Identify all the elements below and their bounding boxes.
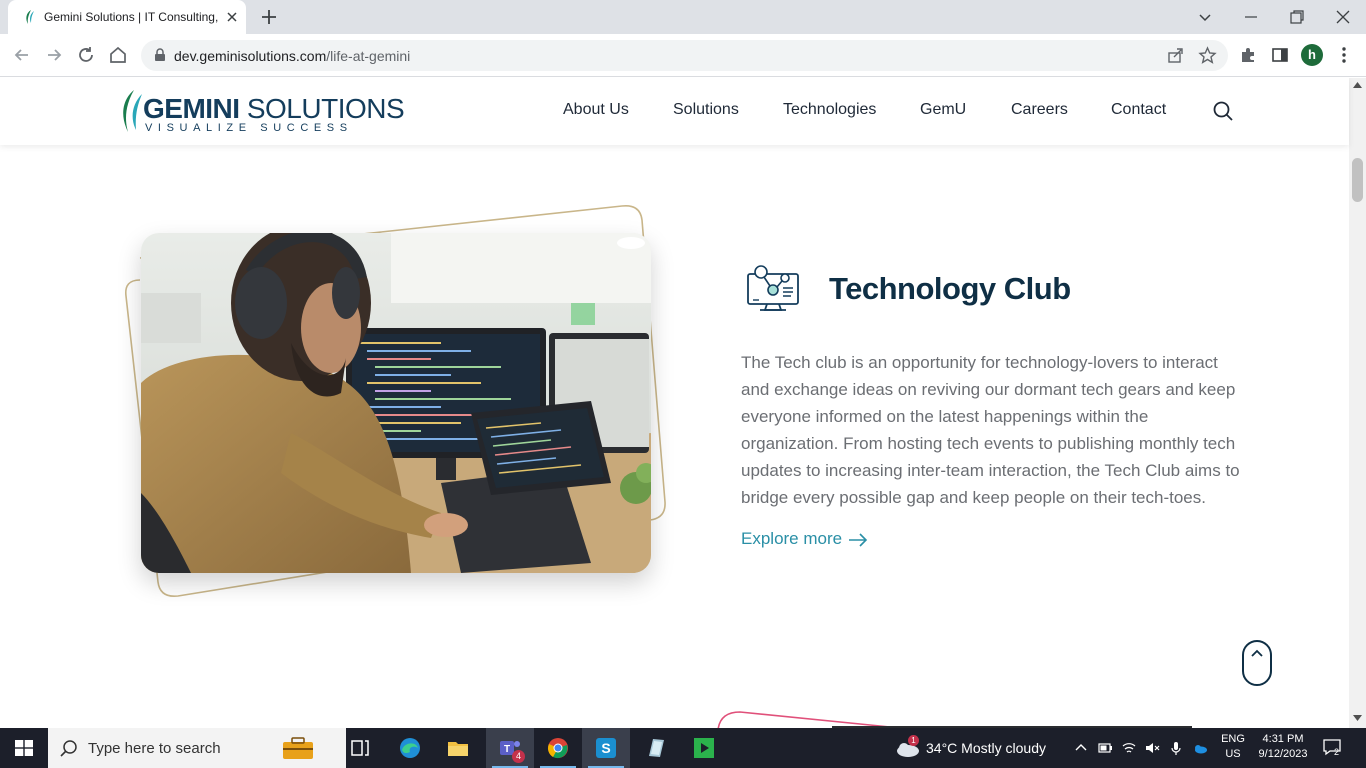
notification-count: 2 bbox=[1334, 747, 1340, 757]
edge-icon bbox=[400, 738, 420, 758]
lock-icon[interactable] bbox=[153, 48, 167, 62]
taskbar-teams[interactable]: T 4 bbox=[486, 728, 534, 768]
scroll-down-arrow-icon[interactable] bbox=[1353, 714, 1362, 722]
taskbar-app-media[interactable] bbox=[680, 728, 728, 768]
logo-word-gemini: GEMINI bbox=[143, 93, 240, 124]
taskbar-search-placeholder: Type here to search bbox=[88, 740, 221, 757]
arrow-right-icon[interactable] bbox=[848, 533, 868, 547]
technology-club-icon bbox=[747, 265, 799, 311]
section-description: The Tech club is an opportunity for tech… bbox=[741, 353, 1240, 507]
clock-time: 4:31 PM bbox=[1262, 733, 1304, 745]
svg-text:S: S bbox=[601, 740, 610, 756]
scroll-up-arrow-icon[interactable] bbox=[1353, 81, 1362, 89]
next-section-decorative-frame bbox=[717, 711, 1192, 728]
onedrive-cloud-icon[interactable] bbox=[1192, 740, 1208, 756]
page-viewport: GEMINI SOLUTIONS VISUALIZE SUCCESS About… bbox=[0, 78, 1366, 728]
taskbar-edge[interactable] bbox=[386, 728, 434, 768]
teams-notification-badge: 4 bbox=[512, 750, 525, 763]
browser-menu-icon[interactable] bbox=[1334, 45, 1354, 65]
url-text[interactable]: dev.geminisolutions.com/life-at-gemini bbox=[174, 48, 410, 64]
minimize-icon[interactable] bbox=[1240, 6, 1262, 28]
input-language-indicator[interactable]: ENG US bbox=[1218, 732, 1248, 762]
app-s-icon: S bbox=[596, 738, 616, 758]
media-player-icon bbox=[694, 738, 714, 758]
extensions-puzzle-icon[interactable] bbox=[1238, 45, 1258, 65]
region-code: US bbox=[1225, 748, 1241, 760]
nav-solutions[interactable]: Solutions bbox=[673, 101, 739, 119]
chrome-icon bbox=[548, 738, 568, 759]
back-to-top-button[interactable] bbox=[1242, 640, 1272, 686]
nav-about-us[interactable]: About Us bbox=[563, 101, 629, 119]
speaker-muted-icon[interactable] bbox=[1144, 740, 1160, 756]
tab-close-icon[interactable] bbox=[224, 9, 240, 25]
developer-at-desk-illustration bbox=[141, 233, 651, 573]
explore-more-link[interactable]: Explore more bbox=[741, 529, 842, 549]
close-window-icon[interactable] bbox=[1332, 6, 1354, 28]
tab-search-chevron-icon[interactable] bbox=[1194, 6, 1216, 28]
gemini-favicon-icon bbox=[26, 10, 34, 24]
logo-word-solutions: SOLUTIONS bbox=[239, 93, 405, 124]
search-icon bbox=[60, 740, 77, 757]
windows-logo-icon bbox=[15, 740, 33, 756]
folder-icon bbox=[448, 742, 468, 756]
home-icon[interactable] bbox=[108, 45, 128, 65]
chevron-up-icon bbox=[1251, 649, 1263, 657]
browser-toolbar: dev.geminisolutions.com/life-at-gemini h bbox=[0, 34, 1366, 77]
logo-tagline: VISUALIZE SUCCESS bbox=[145, 122, 353, 134]
restore-icon[interactable] bbox=[1286, 6, 1308, 28]
windows-taskbar: Type here to search T 4 S 1 34°C Mostly … bbox=[0, 728, 1366, 768]
taskbar-app-tablet[interactable] bbox=[632, 728, 680, 768]
tablet-app-icon bbox=[649, 739, 664, 757]
nav-careers[interactable]: Careers bbox=[1011, 101, 1068, 119]
battery-icon[interactable] bbox=[1097, 740, 1113, 756]
search-highlight-briefcase-icon bbox=[283, 737, 313, 759]
url-host: dev.geminisolutions.com bbox=[174, 48, 327, 64]
start-button[interactable] bbox=[0, 728, 48, 768]
forward-arrow-icon[interactable] bbox=[44, 45, 64, 65]
microphone-icon[interactable] bbox=[1168, 740, 1184, 756]
scrollbar-thumb[interactable] bbox=[1352, 158, 1363, 202]
address-bar[interactable]: dev.geminisolutions.com/life-at-gemini bbox=[141, 40, 1228, 71]
page-scrollbar[interactable] bbox=[1349, 78, 1366, 728]
tab-title: Gemini Solutions | IT Consulting, bbox=[44, 10, 219, 24]
language-code: ENG bbox=[1221, 733, 1245, 745]
show-hidden-icons-chevron-icon[interactable] bbox=[1073, 740, 1089, 756]
section-title: Technology Club bbox=[829, 271, 1071, 306]
browser-tab[interactable]: Gemini Solutions | IT Consulting, bbox=[8, 0, 246, 34]
profile-avatar[interactable]: h bbox=[1301, 44, 1323, 66]
taskbar-file-explorer[interactable] bbox=[434, 728, 482, 768]
task-view-icon bbox=[351, 740, 369, 756]
browser-tab-strip: Gemini Solutions | IT Consulting, bbox=[0, 0, 1366, 34]
search-icon[interactable] bbox=[1212, 100, 1234, 122]
nav-technologies[interactable]: Technologies bbox=[783, 101, 876, 119]
nav-gemu[interactable]: GemU bbox=[920, 101, 966, 119]
side-panel-icon[interactable] bbox=[1270, 45, 1290, 65]
taskbar-clock[interactable]: 4:31 PM 9/12/2023 bbox=[1252, 732, 1314, 762]
notification-center-button[interactable]: 2 bbox=[1322, 738, 1344, 758]
new-tab-icon[interactable] bbox=[260, 8, 278, 26]
url-path: /life-at-gemini bbox=[326, 48, 411, 64]
svg-text:T: T bbox=[504, 744, 510, 755]
clock-date: 9/12/2023 bbox=[1258, 748, 1308, 760]
tech-club-photo bbox=[141, 233, 651, 573]
weather-widget[interactable]: 1 34°C Mostly cloudy bbox=[892, 728, 1062, 768]
back-arrow-icon[interactable] bbox=[12, 45, 32, 65]
wifi-icon[interactable] bbox=[1121, 740, 1137, 756]
logo-wordmark[interactable]: GEMINI SOLUTIONS bbox=[143, 93, 405, 125]
weather-text: 34°C Mostly cloudy bbox=[926, 740, 1046, 756]
site-header: GEMINI SOLUTIONS VISUALIZE SUCCESS About… bbox=[0, 78, 1349, 145]
reload-icon[interactable] bbox=[76, 45, 96, 65]
bookmark-star-icon[interactable] bbox=[1198, 46, 1217, 65]
taskbar-search-box[interactable]: Type here to search bbox=[48, 728, 346, 768]
weather-alert-badge: 1 bbox=[908, 735, 919, 746]
share-icon[interactable] bbox=[1166, 46, 1185, 65]
nav-contact[interactable]: Contact bbox=[1111, 101, 1166, 119]
taskbar-chrome[interactable] bbox=[534, 728, 582, 768]
taskbar-app-s[interactable]: S bbox=[582, 728, 630, 768]
task-view-button[interactable] bbox=[336, 728, 384, 768]
